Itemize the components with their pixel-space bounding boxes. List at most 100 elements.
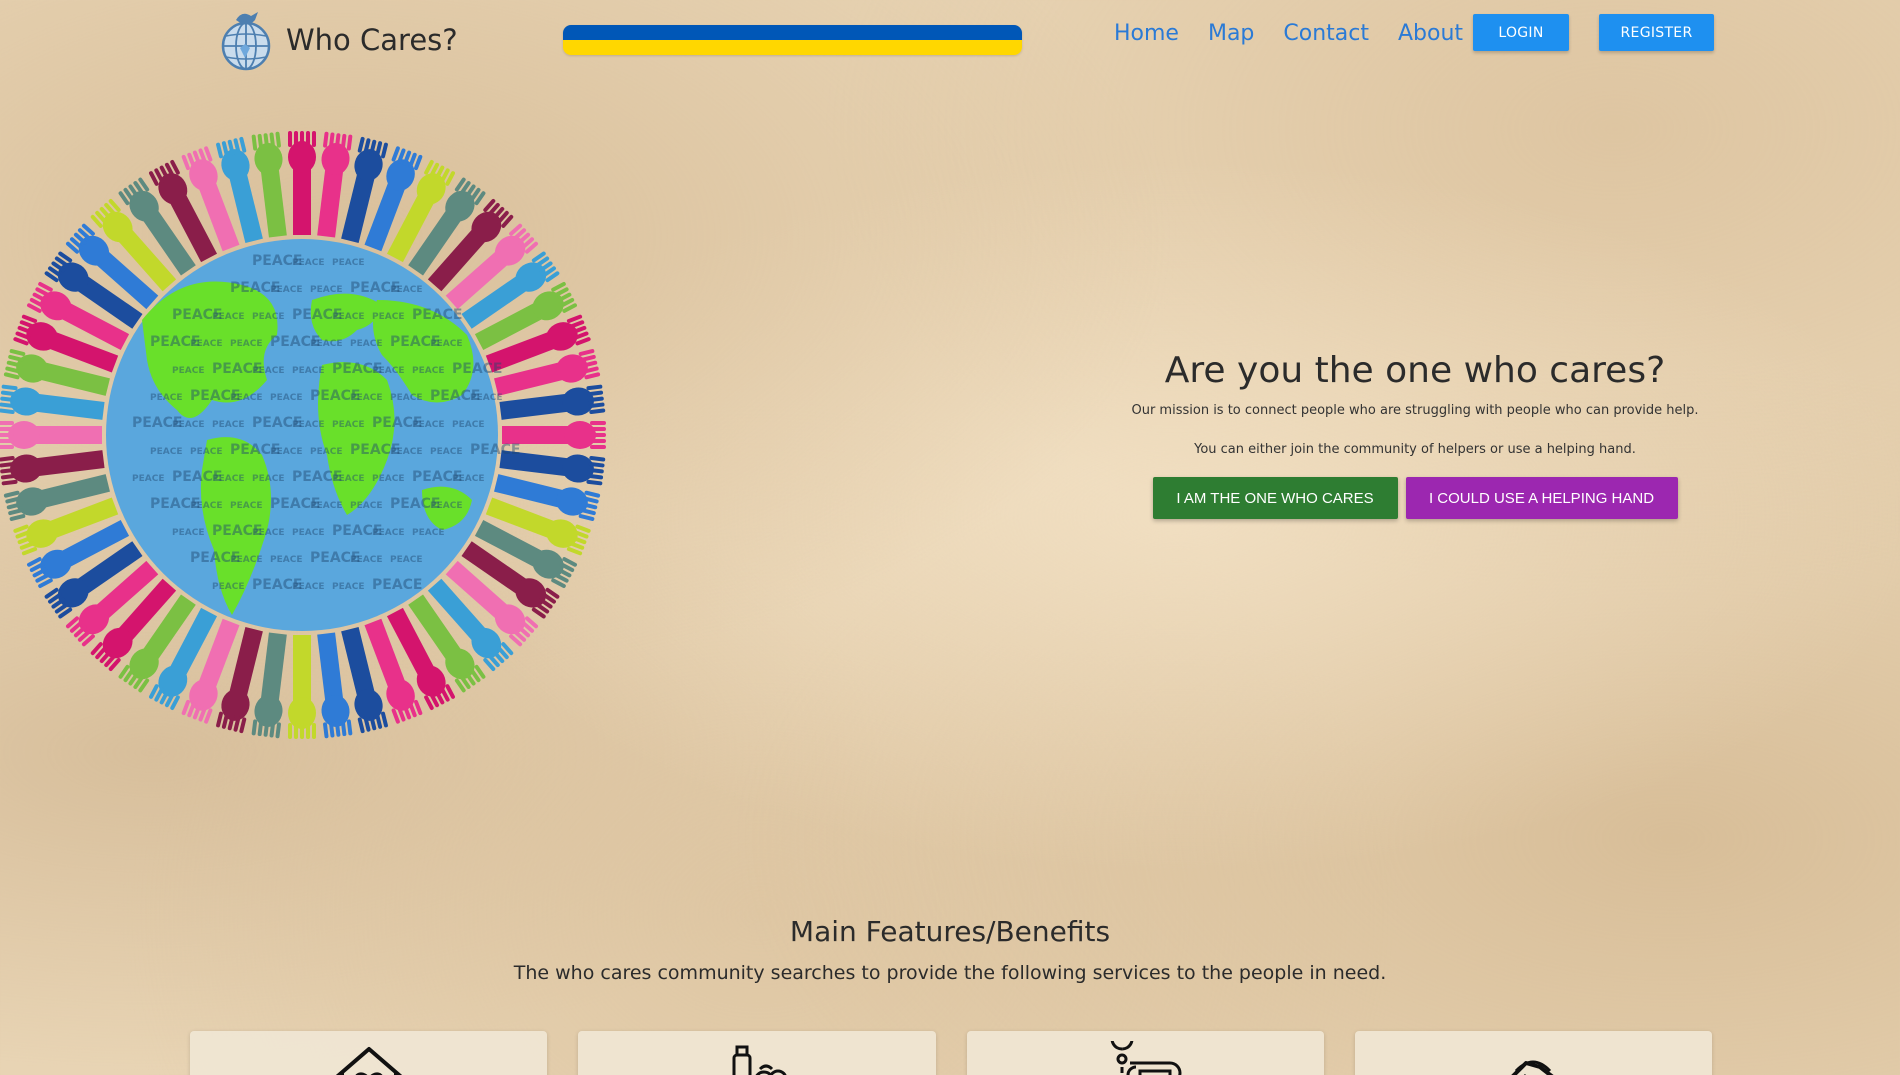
peace-word: PEACE	[212, 582, 244, 592]
peace-word: PEACE	[292, 582, 324, 592]
peace-word: PEACE	[372, 366, 404, 376]
peace-word: PEACE	[150, 447, 182, 457]
helper-cta-button[interactable]: I AM THE ONE WHO CARES	[1152, 477, 1398, 519]
hero-title: Are you the one who cares?	[1164, 350, 1666, 391]
peace-word: PEACE	[452, 474, 484, 484]
peace-word: PEACE	[332, 258, 364, 268]
peace-word: PEACE	[332, 312, 364, 322]
peace-word: PEACE	[372, 474, 404, 484]
hand-shape	[0, 421, 102, 449]
nav-map-link[interactable]: Map	[1208, 21, 1254, 46]
peace-word: PEACE	[350, 339, 382, 349]
peace-word: PEACE	[350, 501, 382, 511]
peace-word: PEACE	[430, 339, 462, 349]
peace-word: PEACE	[372, 312, 404, 322]
feature-card-food[interactable]	[578, 1031, 936, 1075]
peace-word: PEACE	[270, 555, 302, 565]
peace-word: PEACE	[430, 447, 462, 457]
peace-word: PEACE	[452, 361, 503, 377]
peace-word: PEACE	[452, 420, 484, 430]
feature-card-transport[interactable]	[966, 1031, 1324, 1075]
features-subtitle: The who cares community searches to prov…	[513, 962, 1387, 984]
peace-word: PEACE	[252, 474, 284, 484]
peace-word: PEACE	[390, 285, 422, 295]
peace-word: PEACE	[212, 420, 244, 430]
site-header: Who Cares? Home Map Contact About LOGIN …	[0, 0, 1900, 72]
main-nav: Home Map Contact About	[1114, 14, 1492, 52]
features-cards	[190, 1031, 1712, 1075]
feature-card-support[interactable]	[1354, 1031, 1712, 1075]
peace-word: PEACE	[372, 577, 423, 593]
peace-word: PEACE	[230, 393, 262, 403]
hand-shape	[288, 635, 316, 739]
help-needed-cta-button[interactable]: I COULD USE A HELPING HAND	[1405, 477, 1678, 519]
hero-section: Are you the one who cares? Our mission i…	[1130, 350, 1700, 519]
nav-contact-link[interactable]: Contact	[1283, 21, 1369, 46]
globe-ocean	[106, 239, 498, 631]
peace-word: PEACE	[270, 393, 302, 403]
peace-word: PEACE	[332, 474, 364, 484]
peace-word: PEACE	[412, 366, 444, 376]
login-button[interactable]: LOGIN	[1473, 14, 1569, 51]
peace-word: PEACE	[292, 528, 324, 538]
ukraine-flag-banner	[563, 25, 1022, 55]
peace-word: PEACE	[150, 393, 182, 403]
peace-word: PEACE	[230, 501, 262, 511]
peace-word: PEACE	[412, 307, 463, 323]
peace-word: PEACE	[172, 528, 204, 538]
peace-word: PEACE	[310, 285, 342, 295]
hand-shape	[288, 131, 316, 235]
peace-word: PEACE	[390, 393, 422, 403]
peace-word: PEACE	[230, 555, 262, 565]
peace-word: PEACE	[390, 555, 422, 565]
peace-word: PEACE	[270, 447, 302, 457]
brand-name: Who Cares?	[286, 23, 458, 57]
peace-word: PEACE	[350, 555, 382, 565]
peace-word: PEACE	[390, 447, 422, 457]
join-text: You can either join the community of hel…	[1194, 442, 1636, 457]
peace-globe-hands-image: PEACE PEACE PEACE PEACE PEACE PEACE PEACE PEACE…	[0, 131, 606, 739]
peace-word: PEACE	[292, 366, 324, 376]
peace-word: PEACE	[412, 420, 444, 430]
peace-word: PEACE	[190, 447, 222, 457]
brand[interactable]: Who Cares?	[220, 8, 458, 72]
nav-about-link[interactable]: About	[1398, 21, 1463, 46]
peace-word: PEACE	[252, 366, 284, 376]
handshake-icon	[1511, 1060, 1554, 1075]
peace-word: PEACE	[132, 474, 164, 484]
nav-home-link[interactable]: Home	[1114, 21, 1179, 46]
peace-word: PEACE	[310, 339, 342, 349]
peace-word: PEACE	[190, 501, 222, 511]
hero-cta-group: I AM THE ONE WHO CARES I COULD USE A HEL…	[1130, 477, 1700, 519]
register-button[interactable]: REGISTER	[1599, 14, 1714, 51]
peace-word: PEACE	[270, 285, 302, 295]
peace-word: PEACE	[332, 420, 364, 430]
food-groceries-icon	[732, 1045, 787, 1075]
mission-text: Our mission is to connect people who are…	[1131, 403, 1699, 418]
peace-word: PEACE	[212, 312, 244, 322]
peace-word: PEACE	[252, 528, 284, 538]
features-title: Main Features/Benefits	[789, 915, 1111, 948]
transport-location-icon	[1110, 1041, 1182, 1075]
peace-word: PEACE	[470, 393, 502, 403]
globe-dove-logo-icon	[221, 12, 271, 71]
peace-word: PEACE	[172, 366, 204, 376]
peace-word: PEACE	[190, 339, 222, 349]
peace-word: PEACE	[292, 420, 324, 430]
peace-word: PEACE	[372, 528, 404, 538]
peace-word: PEACE	[292, 258, 324, 268]
peace-word: PEACE	[172, 420, 204, 430]
peace-word: PEACE	[310, 501, 342, 511]
peace-word: PEACE	[230, 339, 262, 349]
peace-word: PEACE	[332, 582, 364, 592]
peace-word: PEACE	[310, 447, 342, 457]
peace-word: PEACE	[412, 528, 444, 538]
peace-word: PEACE	[470, 442, 521, 458]
peace-word: PEACE	[212, 474, 244, 484]
feature-card-housing[interactable]	[190, 1031, 548, 1075]
peace-word: PEACE	[350, 393, 382, 403]
peace-word: PEACE	[252, 312, 284, 322]
flag-stripe-blue	[563, 25, 1022, 40]
peace-word: PEACE	[430, 501, 462, 511]
home-heart-icon	[335, 1047, 402, 1075]
